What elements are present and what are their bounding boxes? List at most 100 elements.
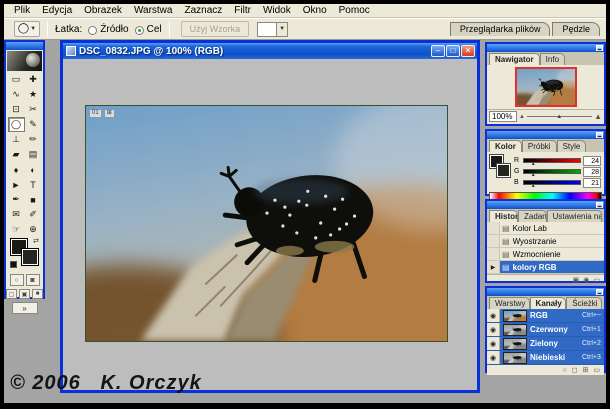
patch-tool[interactable]: ◯	[8, 117, 25, 132]
slider-marker-icon[interactable]: ▲	[531, 161, 536, 167]
document-canvas-area[interactable]: 01 ⊞	[63, 59, 477, 390]
r-color-ramp[interactable]: ▲	[523, 158, 581, 163]
clone-stamp-tool[interactable]: ⊥	[8, 132, 25, 147]
history-state-kolory-rgb[interactable]: ▶▤kolory RGB	[487, 261, 604, 274]
menu-edycja[interactable]: Edycja	[36, 5, 78, 16]
g-value-input[interactable]: 28	[583, 167, 601, 177]
shape-tool[interactable]: ■	[25, 192, 42, 207]
slider-marker-icon[interactable]: ▲	[531, 183, 536, 189]
crop-tool[interactable]: ⊡	[8, 102, 25, 117]
current-tool-button[interactable]: ◯ ▼	[14, 21, 40, 37]
tab-paths[interactable]: Ścieżki	[566, 297, 602, 309]
r-value-input[interactable]: 24	[583, 156, 601, 166]
gradient-tool[interactable]: ▤	[25, 147, 42, 162]
menu-warstwa[interactable]: Warstwa	[128, 5, 179, 16]
type-tool[interactable]: T	[25, 177, 42, 192]
new-document-from-state-icon[interactable]: ▣	[573, 276, 580, 284]
tab-color[interactable]: Kolor	[489, 140, 522, 152]
jump-to-imageready-button[interactable]: »	[12, 302, 38, 314]
zoom-in-icon[interactable]: ▲	[594, 112, 602, 121]
blur-tool[interactable]: ♦	[8, 162, 25, 177]
full-screen-mode-button[interactable]: ■	[32, 289, 43, 299]
swap-colors-icon[interactable]: ⇄	[33, 237, 39, 245]
history-source-checkbox[interactable]: ▶	[487, 261, 500, 273]
radio-target-label[interactable]: Cel	[147, 24, 162, 35]
history-state-kolor-lab[interactable]: ▤Kolor Lab	[487, 222, 604, 235]
minimize-icon[interactable]: ▂	[596, 132, 603, 138]
background-color-swatch[interactable]	[22, 249, 38, 265]
default-colors-icon[interactable]	[10, 261, 17, 268]
radio-source-label[interactable]: Źródło	[100, 24, 128, 35]
save-selection-as-channel-icon[interactable]: ◻	[572, 366, 578, 374]
color-panel-title-bar[interactable]: ▂	[487, 131, 604, 139]
history-state-wyostrzanie[interactable]: ▤Wyostrzanie	[487, 235, 604, 248]
tab-styles[interactable]: Style	[557, 140, 587, 152]
history-state-wzmocnienie[interactable]: ▤Wzmocnienie	[487, 248, 604, 261]
history-source-checkbox[interactable]	[487, 235, 500, 247]
move-tool[interactable]: ✚	[25, 72, 42, 87]
g-color-ramp[interactable]: ▲	[523, 169, 581, 174]
history-source-checkbox[interactable]	[487, 248, 500, 260]
toolbox-title-bar[interactable]	[6, 42, 43, 50]
minimize-icon[interactable]: ▂	[596, 45, 603, 51]
slider-marker-icon[interactable]: ▲	[531, 172, 536, 178]
channel-row-zielony[interactable]: ◉ ZielonyCtrl+2	[487, 337, 604, 351]
use-pattern-button[interactable]: Użyj Wzorka	[181, 21, 250, 37]
b-value-input[interactable]: 21	[583, 178, 601, 188]
tab-channels[interactable]: Kanały	[530, 297, 567, 309]
dodge-tool[interactable]: ◐	[25, 162, 42, 177]
tab-tool-presets[interactable]: Ustawienia narzędzia	[547, 210, 602, 222]
tab-navigator[interactable]: Nawigator	[489, 53, 540, 65]
radio-source[interactable]	[88, 26, 97, 35]
menu-pomoc[interactable]: Pomoc	[333, 5, 376, 16]
document-title-bar[interactable]: DSC_0832.JPG @ 100% (RGB) – □ ✕	[63, 43, 477, 59]
new-snapshot-icon[interactable]: ◉	[583, 276, 589, 284]
radio-target[interactable]	[135, 26, 144, 35]
tab-layers[interactable]: Warstwy	[489, 297, 530, 309]
pattern-picker[interactable]: ▼	[257, 22, 288, 37]
tab-info[interactable]: Info	[540, 53, 565, 65]
tab-file-browser[interactable]: Przeglądarka plików	[450, 22, 551, 36]
pattern-swatch[interactable]	[257, 22, 277, 37]
zoom-tool[interactable]: ⊕	[25, 222, 42, 237]
zoom-percent-input[interactable]: 100%	[489, 111, 517, 122]
minimize-icon[interactable]: ▂	[596, 202, 603, 208]
magic-wand-tool[interactable]: ★	[25, 87, 42, 102]
history-source-checkbox[interactable]	[487, 222, 500, 234]
maximize-button[interactable]: □	[446, 45, 460, 57]
beetle-photo[interactable]: 01 ⊞	[85, 105, 448, 342]
menu-widok[interactable]: Widok	[257, 5, 297, 16]
slice-tool[interactable]: ✂	[25, 102, 42, 117]
trash-icon[interactable]: ▭	[593, 276, 600, 284]
channel-row-czerwony[interactable]: ◉ CzerwonyCtrl+1	[487, 323, 604, 337]
hand-tool[interactable]: ☞	[8, 222, 25, 237]
visibility-eye-icon[interactable]: ◉	[487, 309, 500, 322]
eraser-tool[interactable]: ▰	[8, 147, 25, 162]
menu-plik[interactable]: Plik	[8, 5, 36, 16]
channels-panel-title-bar[interactable]: ▂	[487, 288, 604, 296]
rectangular-marquee-tool[interactable]: ▭	[8, 72, 25, 87]
zoom-slider[interactable]: ▲	[527, 112, 592, 122]
standard-screen-mode-button[interactable]: ▢	[6, 289, 17, 299]
channel-row-niebieski[interactable]: ◉ NiebieskiCtrl+3	[487, 351, 604, 365]
zoom-out-icon[interactable]: ▲	[519, 114, 525, 120]
tab-brushes[interactable]: Pędzle	[552, 22, 600, 36]
lasso-tool[interactable]: ∿	[8, 87, 25, 102]
b-color-ramp[interactable]: ▲	[523, 180, 581, 185]
history-panel-title-bar[interactable]: ▂	[487, 201, 604, 209]
navigator-thumbnail[interactable]	[515, 67, 577, 107]
minimize-icon[interactable]: ▂	[596, 289, 603, 295]
quick-mask-mode-button[interactable]: ◙	[26, 274, 40, 286]
minimize-button[interactable]: –	[431, 45, 445, 57]
tab-history[interactable]: Historia	[489, 210, 518, 222]
menu-filtr[interactable]: Filtr	[228, 5, 257, 16]
menu-okno[interactable]: Okno	[297, 5, 333, 16]
new-channel-icon[interactable]: ⊞	[583, 366, 589, 374]
history-brush-tool[interactable]: ✏	[25, 132, 42, 147]
close-button[interactable]: ✕	[461, 45, 475, 57]
navigator-panel-title-bar[interactable]: ▂	[487, 44, 604, 52]
visibility-eye-icon[interactable]: ◉	[487, 323, 500, 336]
adobe-feather-banner[interactable]	[7, 51, 42, 71]
pen-tool[interactable]: ✒	[8, 192, 25, 207]
brush-tool[interactable]: ✎	[25, 117, 42, 132]
